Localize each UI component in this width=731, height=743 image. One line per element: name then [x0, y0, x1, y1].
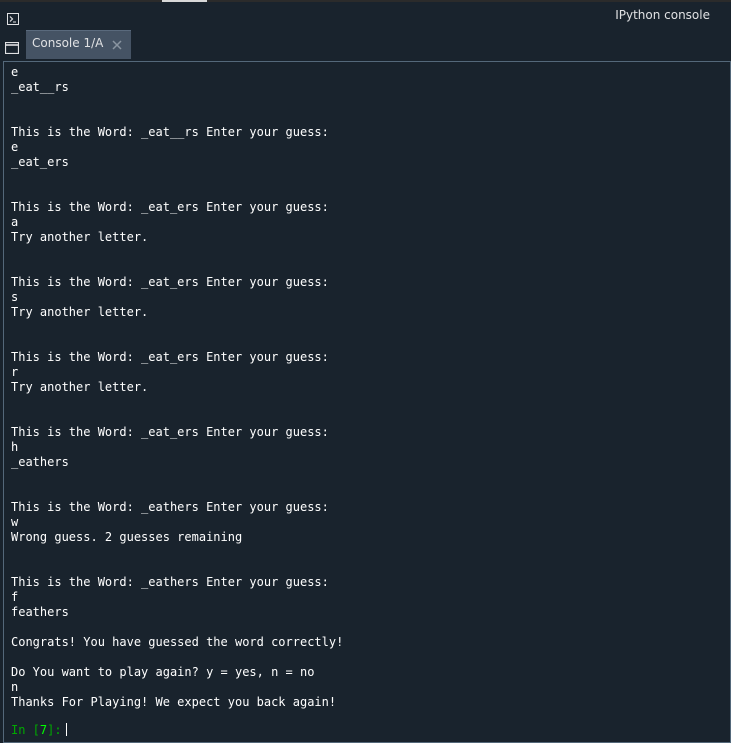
console-line: Try another letter. — [11, 230, 149, 244]
terminal-pane-icon[interactable] — [7, 10, 19, 25]
console-line: This is the Word: _eat_ers Enter your gu… — [11, 200, 329, 214]
console-output: e _eat__rs This is the Word: _eat__rs Ente… — [11, 65, 343, 710]
console-line: _eat_ers — [11, 155, 69, 169]
pane-titlebar: IPython console — [0, 2, 731, 30]
tab-bar: Console 1/A — [0, 30, 731, 60]
input-prompt[interactable]: In [7]: — [11, 723, 67, 738]
console-line: n — [11, 680, 19, 694]
console-line: This is the Word: _eat_ers Enter your gu… — [11, 350, 329, 364]
console-line: e — [11, 140, 19, 154]
pane-title: IPython console — [615, 8, 710, 22]
console-line: This is the Word: _eat__rs Enter your gu… — [11, 125, 329, 139]
console-line: This is the Word: _eat_ers Enter your gu… — [11, 425, 329, 439]
console-line: _eathers — [11, 455, 69, 469]
tab-console-1a[interactable]: Console 1/A — [26, 30, 131, 59]
console-line: Try another letter. — [11, 305, 149, 319]
console-line: Try another letter. — [11, 380, 149, 394]
console-line: a — [11, 215, 19, 229]
console-line: r — [11, 365, 19, 379]
console-line: This is the Word: _eathers Enter your gu… — [11, 500, 329, 514]
console-line: w — [11, 515, 19, 529]
console-line: This is the Word: _eat_ers Enter your gu… — [11, 275, 329, 289]
tab-label: Console 1/A — [32, 36, 104, 50]
console-line: This is the Word: _eathers Enter your gu… — [11, 575, 329, 589]
console-output-area[interactable]: e _eat__rs This is the Word: _eat__rs Ente… — [3, 61, 731, 743]
console-line: e — [11, 65, 19, 79]
console-line: _eat__rs — [11, 80, 69, 94]
prompt-suffix: ]: — [47, 723, 62, 737]
console-line: f — [11, 590, 19, 604]
text-cursor — [65, 723, 67, 736]
close-icon[interactable] — [110, 37, 124, 51]
console-line: Thanks For Playing! We expect you back a… — [11, 695, 337, 709]
console-line: Congrats! You have guessed the word corr… — [11, 635, 344, 649]
console-line: Wrong guess. 2 guesses remaining — [11, 530, 243, 544]
options-menu-icon[interactable] — [4, 39, 20, 55]
console-line: s — [11, 290, 19, 304]
console-line: h — [11, 440, 19, 454]
console-line: feathers — [11, 605, 69, 619]
console-line: Do You want to play again? y = yes, n = … — [11, 665, 315, 679]
prompt-prefix: In [ — [11, 723, 40, 737]
